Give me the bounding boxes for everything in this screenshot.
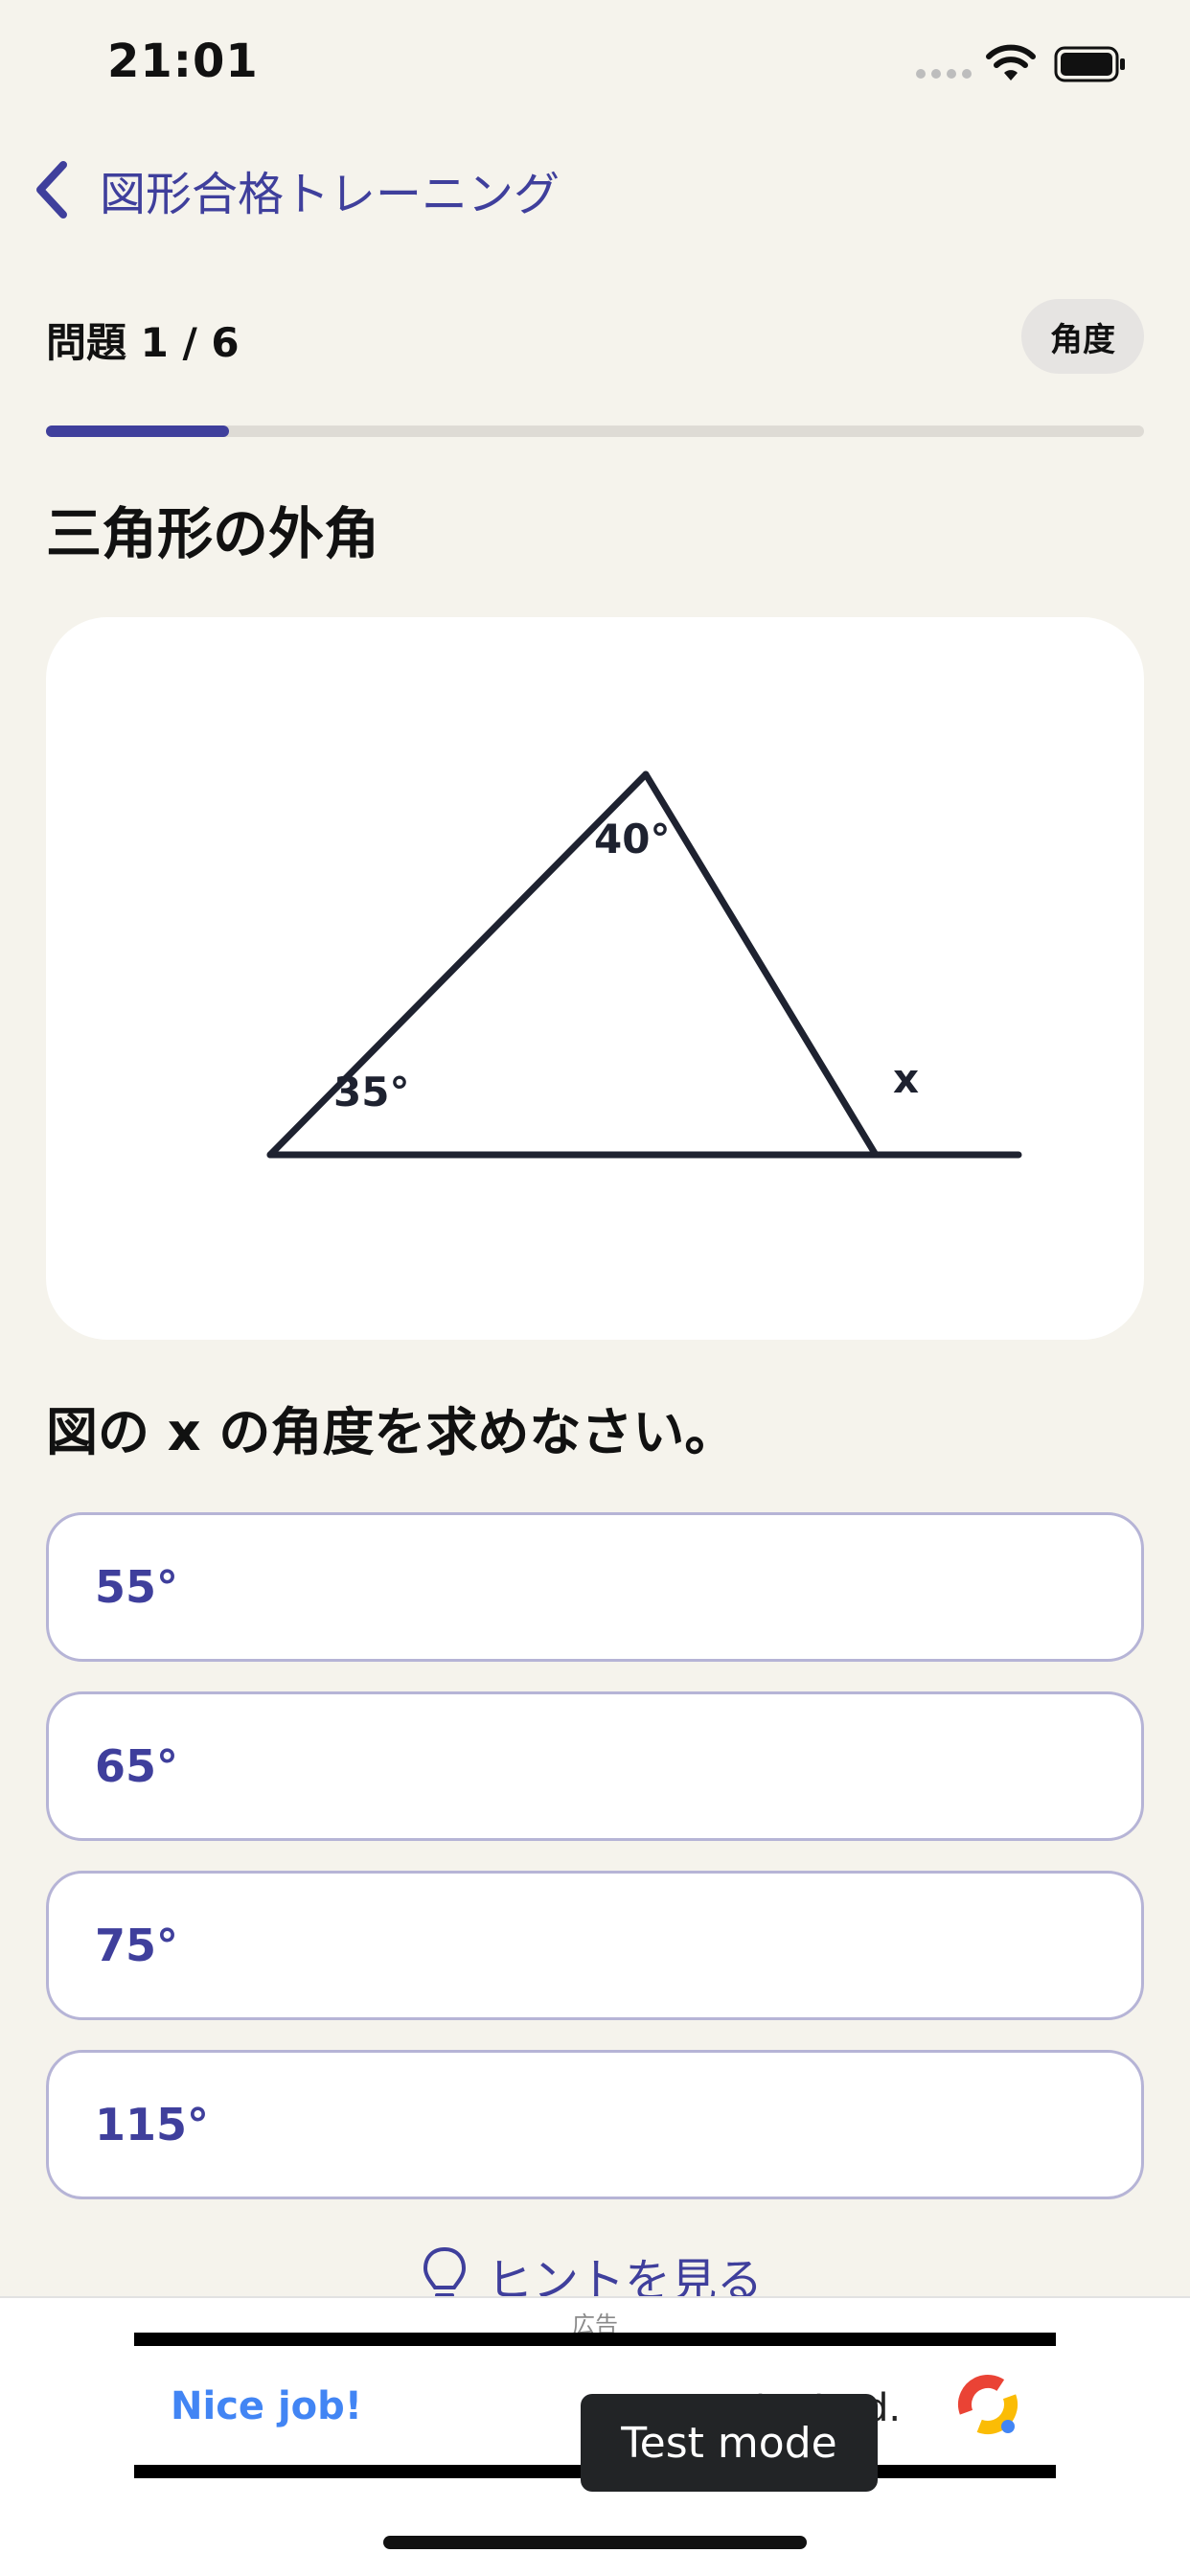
battery-icon — [1054, 46, 1125, 82]
back-button[interactable]: 図形合格トレーニング — [33, 153, 560, 226]
angle-label-x: x — [893, 1055, 919, 1102]
ad-logo-icon — [958, 2375, 1018, 2434]
test-mode-badge: Test mode — [581, 2394, 878, 2492]
category-badge: 角度 — [1021, 299, 1144, 374]
ad-headline: Nice job! — [171, 2384, 363, 2428]
triangle-right-side — [642, 770, 880, 1159]
wifi-icon — [986, 44, 1036, 80]
progress-bar — [46, 426, 1144, 437]
triangle-diagram: 40° 35° x — [266, 770, 1022, 1159]
angle-label-top: 40° — [594, 816, 670, 862]
home-indicator — [383, 2536, 807, 2549]
choice-button-1[interactable]: 55° — [46, 1512, 1144, 1662]
progress-fill — [46, 426, 230, 437]
cellular-signal-icon — [916, 69, 972, 79]
ad-area: 広告 Nice job! test ad. Test mode — [0, 2296, 1190, 2576]
ad-banner[interactable]: Nice job! test ad. Test mode — [134, 2333, 1056, 2492]
choice-button-3[interactable]: 75° — [46, 1871, 1144, 2020]
nav-title: 図形合格トレーニング — [100, 168, 561, 221]
triangle-left-side — [266, 770, 650, 1159]
status-time: 21:01 — [107, 34, 259, 88]
question-counter: 問題 1 / 6 — [46, 319, 240, 366]
angle-label-left: 35° — [333, 1069, 409, 1116]
question-text: 図の x の角度を求めなさい。 — [46, 1402, 737, 1462]
figure-card: 40° 35° x — [46, 617, 1144, 1340]
section-title: 三角形の外角 — [46, 501, 380, 566]
status-bar: 21:01 — [0, 0, 1190, 125]
choice-button-4[interactable]: 115° — [46, 2050, 1144, 2199]
chevron-left-icon — [36, 161, 67, 218]
choice-button-2[interactable]: 65° — [46, 1691, 1144, 1841]
